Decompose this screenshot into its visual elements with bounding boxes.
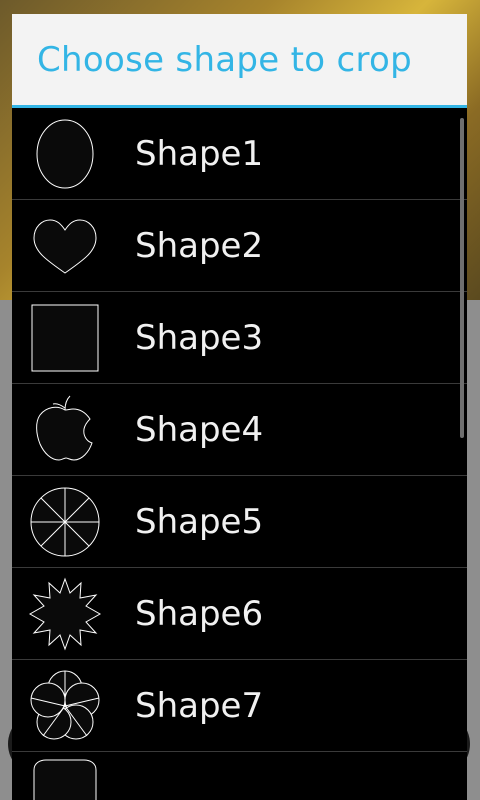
shape-row-4[interactable]: Shape4 [12,384,467,476]
ellipse-icon [26,115,104,193]
shape-label: Shape6 [135,593,264,634]
shape-row-2[interactable]: Shape2 [12,200,467,292]
shape-label: Shape2 [135,225,264,266]
shape-label: Shape4 [135,409,264,450]
flower-icon [26,667,104,745]
square-icon [26,299,104,377]
shape-row-3[interactable]: Shape3 [12,292,467,384]
shape-row-1[interactable]: Shape1 [12,108,467,200]
list-scrollbar[interactable] [460,118,464,438]
shape-label: Shape5 [135,501,264,542]
shape-row-5[interactable]: Shape5 [12,476,467,568]
shape-row-6[interactable]: Shape6 [12,568,467,660]
partial-shape-icon [26,752,104,800]
starburst-icon [26,575,104,653]
apple-icon [26,391,104,469]
shape-label: Shape7 [135,685,264,726]
shape-list: Shape1 Shape2 Shape3 Shape4 Shape5 Shape… [12,108,467,800]
shape-picker-dialog: Choose shape to crop Shape1 Shape2 Shape… [12,14,467,800]
shape-row-8[interactable] [12,752,467,800]
pinwheel-icon [26,483,104,561]
shape-label: Shape1 [135,133,264,174]
heart-icon [26,207,104,285]
dialog-title: Choose shape to crop [37,39,412,80]
shape-row-7[interactable]: Shape7 [12,660,467,752]
shape-label: Shape3 [135,317,264,358]
dialog-header: Choose shape to crop [12,14,467,108]
